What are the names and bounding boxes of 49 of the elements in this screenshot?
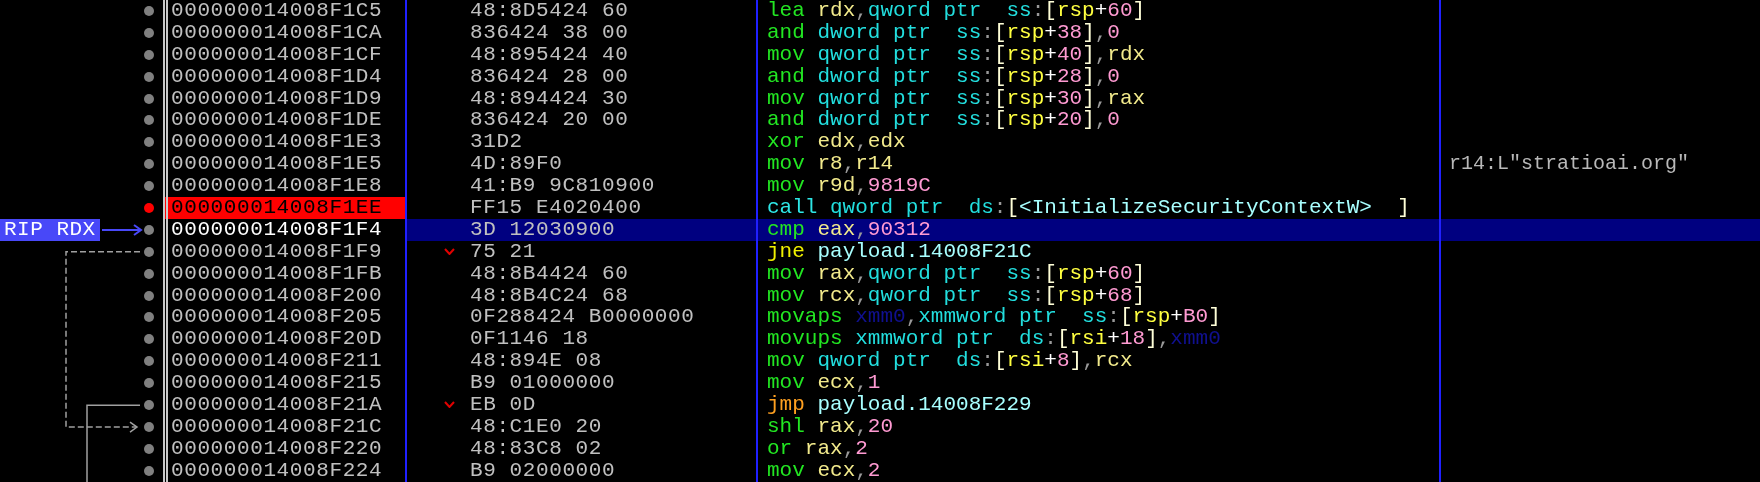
bytes-text: 48:894424 30: [470, 87, 629, 110]
bytes-text: 836424 28 00: [470, 65, 629, 88]
bytes-text: 41:B9 9C810900: [470, 175, 655, 198]
instruction-text: mov r9d,9819C: [767, 174, 931, 198]
bytes-text: B9 01000000: [470, 372, 616, 395]
bytes-text: 48:83C8 02: [470, 437, 603, 460]
instruction-text: jmp payload.14008F229: [767, 393, 1032, 417]
instruction-text: or rax,2: [767, 436, 868, 460]
instruction-text: mov ecx,1: [767, 371, 881, 395]
bytes-text: 3D 12030900: [470, 218, 616, 241]
bytes-text: 48:C1E0 20: [470, 415, 603, 438]
instruction-text: mov qword ptr ss:[rsp+30],rax: [767, 86, 1146, 110]
instruction-text: and dword ptr ss:[rsp+20],0: [767, 108, 1120, 132]
bytes-text: 0F1146 18: [470, 328, 589, 351]
instruction-text: lea rdx,qword ptr ss:[rsp+60]: [767, 0, 1146, 22]
instruction-text: xor edx,edx: [767, 130, 906, 154]
bytes-text: 836424 38 00: [470, 21, 629, 44]
instruction-text: mov qword ptr ss:[rsp+40],rdx: [767, 42, 1146, 66]
bytes-text: 4D:89F0: [470, 153, 563, 176]
instruction-text: cmp eax,90312: [767, 217, 931, 241]
bytes-text: 48:8D5424 60: [470, 0, 629, 22]
instruction-text: mov r8,r14: [767, 152, 894, 176]
arrow-icon: [101, 223, 144, 236]
address-cell[interactable]: 000000014008F1EE: [163, 197, 405, 219]
instruction-text: jne payload.14008F21C: [767, 239, 1032, 263]
bytes-text: 48:8B4424 60: [470, 262, 629, 285]
bytes-text: B9 02000000: [470, 459, 616, 482]
instruction-text: mov rax,qword ptr ss:[rsp+60]: [767, 261, 1146, 285]
instruction-text: and dword ptr ss:[rsp+38],0: [767, 20, 1120, 44]
bytes-text: FF15 E4020400: [470, 197, 642, 219]
instruction-row[interactable]: 3D 12030900 cmp eax,90312: [405, 218, 1760, 241]
bytes-text: 75 21: [470, 240, 536, 263]
bytes-text: 31D2: [470, 131, 523, 154]
instruction-text: mov ecx,2: [767, 458, 881, 482]
instruction-text: call qword ptr ds:[<InitializeSecurityContextW> ]: [767, 196, 1410, 219]
bytes-text: 836424 20 00: [470, 109, 629, 132]
instruction-text: shl rax,20: [767, 414, 894, 438]
instruction-text: and dword ptr ss:[rsp+28],0: [767, 64, 1120, 88]
bytes-text: 48:894E 08: [470, 350, 603, 373]
instruction-text: movaps xmm0,xmmword ptr ss:[rsp+B0]: [767, 305, 1221, 329]
comment-text: r14:L"stratioai.org": [1449, 152, 1690, 176]
bytes-text: 0F288424 B0000000: [470, 306, 695, 329]
instruction-text: movups xmmword ptr ds:[rsi+18],xmm0: [767, 327, 1221, 351]
instruction-text: mov rcx,qword ptr ss:[rsp+68]: [767, 283, 1146, 307]
register-label: RIP RDX: [0, 218, 100, 241]
bytes-text: 48:895424 40: [470, 43, 629, 66]
bytes-text: 48:8B4C24 68: [470, 284, 629, 307]
bytes-text: EB 0D: [470, 394, 536, 416]
instruction-text: mov qword ptr ds:[rsi+8],rcx: [767, 349, 1133, 373]
